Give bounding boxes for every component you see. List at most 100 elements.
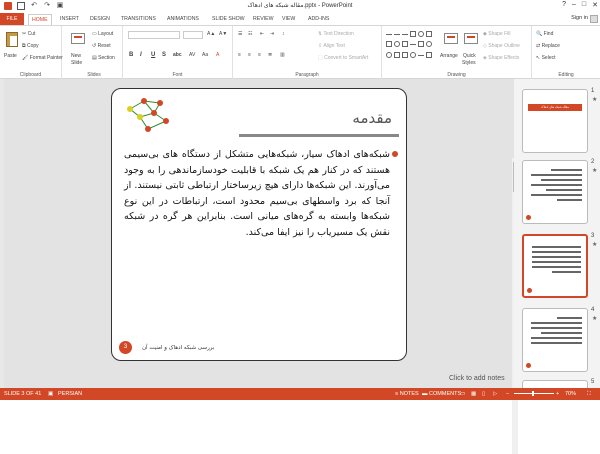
- slide-footer[interactable]: بررسی شبکه ادهاک و امنیت آن: [142, 345, 214, 351]
- thumbnail-slide-1[interactable]: مقاله شبکه های ادهاک: [522, 89, 588, 153]
- slide-sorter-icon[interactable]: ▦: [471, 391, 476, 397]
- replace-button[interactable]: ⇄ Replace: [536, 43, 560, 49]
- thumbnail-title: مقاله شبکه های ادهاک: [541, 105, 569, 109]
- thumbnail-page-dot: [526, 363, 531, 368]
- reading-view-icon[interactable]: ▯: [482, 391, 485, 397]
- align-text-button[interactable]: ⇳ Align Text: [318, 43, 345, 49]
- font-group: A▲ A▼ B I U S abc AV Aa A Font: [123, 26, 233, 79]
- bullets-icon[interactable]: ☰: [238, 31, 242, 37]
- clipboard-group: Paste ✂ Cut ⧉ Copy 🖌 Format Painter Clip…: [0, 26, 63, 79]
- cut-button[interactable]: ✂ Cut: [22, 31, 35, 37]
- zoom-in-icon[interactable]: +: [556, 391, 559, 397]
- italic-button[interactable]: I: [140, 52, 142, 58]
- slide-heading[interactable]: مقدمه: [352, 109, 392, 127]
- find-button[interactable]: 🔍 Find: [536, 31, 553, 37]
- shapes-gallery[interactable]: [386, 31, 436, 61]
- quick-styles-icon: [464, 33, 478, 44]
- select-button[interactable]: ↖ Select: [536, 55, 556, 61]
- layout-button[interactable]: ▭ Layout: [92, 31, 113, 37]
- tab-animations[interactable]: ANIMATIONS: [164, 14, 202, 25]
- tab-add-ins[interactable]: ADD-INS: [305, 14, 332, 25]
- strikethrough-button[interactable]: S: [162, 52, 166, 58]
- shape-effects-button[interactable]: ◈ Shape Effects: [483, 55, 519, 61]
- notes-placeholder[interactable]: Click to add notes: [449, 375, 505, 382]
- arrange-icon: [444, 33, 458, 44]
- slides-group: New Slide ▭ Layout ↺ Reset ▤ Section Sli…: [66, 26, 123, 79]
- normal-view-icon[interactable]: ▭: [460, 391, 465, 397]
- help-button[interactable]: ?: [562, 1, 566, 9]
- tab-slide-show[interactable]: SLIDE SHOW: [209, 14, 248, 25]
- font-group-label: Font: [172, 72, 183, 78]
- slide-body-text[interactable]: شبکه‌های ادهاک سیار، شبکه‌هایی متشکل از …: [124, 147, 390, 240]
- slide-editor[interactable]: مقدمه شبکه‌های ادهاک سیار، شبکه‌هایی متش…: [4, 79, 518, 454]
- shape-fill-button[interactable]: ◆ Shape Fill: [483, 31, 510, 37]
- tab-design[interactable]: DESIGN: [87, 14, 113, 25]
- slide-page-number: 3: [119, 341, 132, 354]
- copy-button[interactable]: ⧉ Copy: [22, 43, 39, 49]
- align-right-icon[interactable]: ≡: [258, 52, 261, 58]
- align-center-icon[interactable]: ≡: [248, 52, 251, 58]
- tab-view[interactable]: VIEW: [279, 14, 298, 25]
- paste-button[interactable]: [2, 29, 20, 51]
- justify-icon[interactable]: ≣: [268, 52, 272, 58]
- tab-transitions[interactable]: TRANSITIONS: [118, 14, 159, 25]
- sign-in-link[interactable]: Sign in: [571, 15, 588, 21]
- notes-label: NOTES: [399, 391, 419, 397]
- zoom-level[interactable]: 70%: [565, 391, 576, 397]
- tab-file[interactable]: FILE: [0, 13, 24, 25]
- underline-button[interactable]: U: [151, 52, 155, 58]
- language-status[interactable]: PERSIAN: [58, 391, 82, 397]
- char-spacing-icon[interactable]: AV: [189, 52, 195, 58]
- arrange-button[interactable]: [442, 29, 460, 51]
- thumbnail-slide-2[interactable]: [522, 160, 588, 224]
- clipboard-icon: [6, 32, 18, 47]
- convert-smartart-button[interactable]: ⬚ Convert to SmartArt: [318, 55, 368, 61]
- section-label: Section: [98, 55, 115, 61]
- layout-label: Layout: [98, 31, 114, 37]
- editing-group: 🔍 Find ⇄ Replace ↖ Select Editing: [532, 26, 600, 79]
- close-button[interactable]: ✕: [592, 1, 598, 9]
- shrink-font-icon[interactable]: A▼: [219, 31, 227, 37]
- columns-icon[interactable]: ▥: [280, 52, 285, 58]
- text-direction-button[interactable]: ⇅ Text Direction: [318, 31, 354, 37]
- font-size-input[interactable]: [183, 31, 203, 39]
- decrease-indent-icon[interactable]: ⇤: [260, 31, 264, 37]
- grow-font-icon[interactable]: A▲: [207, 31, 215, 37]
- avatar[interactable]: [590, 15, 598, 23]
- tab-insert[interactable]: INSERT: [57, 14, 82, 25]
- new-slide-button[interactable]: [70, 29, 88, 51]
- reset-button[interactable]: ↺ Reset: [92, 43, 111, 49]
- slideshow-view-icon[interactable]: ▷: [493, 391, 497, 397]
- align-left-icon[interactable]: ≡: [238, 52, 241, 58]
- minimize-button[interactable]: –: [572, 1, 576, 9]
- thumbnail-slide-3[interactable]: [522, 234, 588, 298]
- numbering-icon[interactable]: ☷: [248, 31, 252, 37]
- increase-indent-icon[interactable]: ⇥: [270, 31, 274, 37]
- zoom-out-icon[interactable]: −: [506, 391, 509, 397]
- notes-button[interactable]: ≡ NOTES: [395, 391, 419, 397]
- proofing-icon[interactable]: ▣: [48, 391, 53, 397]
- font-color-icon[interactable]: A: [216, 52, 219, 58]
- tab-home[interactable]: HOME: [28, 14, 52, 25]
- maximize-button[interactable]: □: [582, 1, 586, 9]
- editing-group-label: Editing: [558, 72, 574, 78]
- zoom-slider[interactable]: [514, 391, 554, 396]
- line-spacing-icon[interactable]: ↕: [282, 31, 285, 37]
- change-case-icon[interactable]: Aa: [202, 52, 208, 58]
- thumbnail-slide-4[interactable]: [522, 308, 588, 372]
- reset-label: Reset: [97, 43, 111, 49]
- font-name-input[interactable]: [128, 31, 180, 39]
- fit-slide-icon[interactable]: ⛶: [587, 391, 591, 398]
- comments-button[interactable]: ▬ COMMENTS: [422, 391, 461, 397]
- quick-styles-button[interactable]: [462, 29, 480, 51]
- current-slide[interactable]: مقدمه شبکه‌های ادهاک سیار، شبکه‌هایی متش…: [111, 88, 407, 361]
- title-bar: ↶ ↷ ▣ مقاله شبکه های ادهاک.pptx - PowerP…: [0, 0, 600, 13]
- bold-button[interactable]: B: [129, 52, 133, 58]
- shadow-button[interactable]: abc: [173, 52, 182, 58]
- slide-thumbnails-pane[interactable]: 1 ★ مقاله شبکه های ادهاک 2 ★ 3 ★ 4 ★ 5: [514, 79, 600, 390]
- network-graph-icon: [127, 98, 169, 132]
- format-painter-button[interactable]: 🖌 Format Painter: [22, 55, 63, 61]
- tab-review[interactable]: REVIEW: [250, 14, 276, 25]
- shape-outline-button[interactable]: ◇ Shape Outline: [483, 43, 520, 49]
- section-button[interactable]: ▤ Section: [92, 55, 115, 61]
